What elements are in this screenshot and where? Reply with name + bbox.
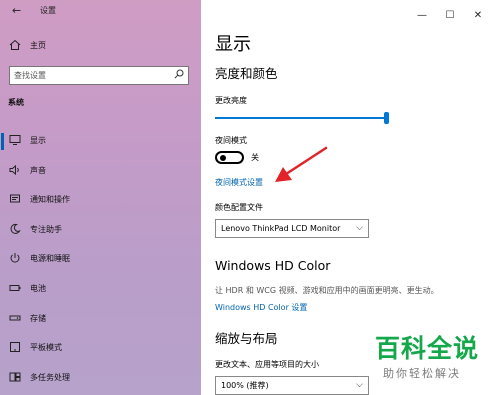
sidebar-item-power-sleep[interactable]: 电源和睡眠 <box>0 248 201 278</box>
hd-color-settings-link[interactable]: Windows HD Color 设置 <box>215 302 307 314</box>
sidebar-nav: 显示 声音 通知和操作 专注助手 电源和睡眠 电池 存储 平板模式 多任务处理 <box>0 130 201 395</box>
slider-track <box>215 117 389 119</box>
brightness-slider[interactable] <box>215 112 389 124</box>
scale-layout-heading: 缩放与布局 <box>215 331 278 346</box>
title-bar: ← 设置 <box>0 4 201 20</box>
sidebar-item-label: 声音 <box>30 165 46 175</box>
back-arrow-icon[interactable]: ← <box>12 4 21 18</box>
sidebar-item-label: 通知和操作 <box>30 195 70 205</box>
sidebar-item-tablet-mode[interactable]: 平板模式 <box>0 337 201 367</box>
hd-color-description: 让 HDR 和 WCG 视频、游戏和应用中的画面更明亮、更生动。 <box>215 286 439 295</box>
sidebar-item-label: 存储 <box>30 313 46 323</box>
notification-icon <box>8 193 22 207</box>
window-controls: — ☐ ✕ <box>408 3 492 21</box>
search-input[interactable] <box>14 69 164 82</box>
watermark: 百科全说 助你轻松解决 <box>367 333 495 391</box>
battery-icon <box>8 282 22 296</box>
color-profile-label: 颜色配置文件 <box>215 203 263 212</box>
scale-value: 100% (推荐) <box>221 381 269 390</box>
home-label: 主页 <box>30 41 46 50</box>
night-light-label: 夜间模式 <box>215 136 247 145</box>
sidebar-item-battery[interactable]: 电池 <box>0 278 201 308</box>
scale-dropdown[interactable]: 100% (推荐) ⌵ <box>215 376 369 395</box>
brightness-section-heading: 亮度和颜色 <box>215 66 278 81</box>
sidebar-item-multitasking[interactable]: 多任务处理 <box>0 367 201 395</box>
watermark-tagline: 助你轻松解决 <box>383 367 461 380</box>
scale-label: 更改文本、应用等项目的大小 <box>215 360 319 369</box>
sidebar: ← 设置 主页 系统 显示 声音 <box>0 0 201 395</box>
color-profile-dropdown[interactable]: Lenovo ThinkPad LCD Monitor ⌵ <box>215 219 369 238</box>
section-heading-system: 系统 <box>8 98 24 107</box>
sidebar-item-notifications[interactable]: 通知和操作 <box>0 189 201 219</box>
watermark-logo: 百科全说 <box>375 334 480 363</box>
minimize-icon[interactable]: — <box>408 9 436 23</box>
sidebar-item-label: 平板模式 <box>30 343 62 353</box>
maximize-icon[interactable]: ☐ <box>436 9 464 23</box>
settings-search-box[interactable] <box>9 66 189 85</box>
sidebar-item-focus-assist[interactable]: 专注助手 <box>0 219 201 249</box>
speaker-icon <box>8 164 22 178</box>
power-icon <box>8 252 22 266</box>
brightness-label: 更改亮度 <box>215 96 247 105</box>
multitask-icon <box>8 371 22 385</box>
tablet-icon <box>8 341 22 355</box>
color-profile-value: Lenovo ThinkPad LCD Monitor <box>221 224 341 233</box>
monitor-icon <box>8 134 22 148</box>
sidebar-item-label: 电源和睡眠 <box>30 254 70 264</box>
night-light-settings-link[interactable]: 夜间模式设置 <box>215 177 263 189</box>
sidebar-item-display[interactable]: 显示 <box>0 130 201 160</box>
night-light-toggle[interactable] <box>215 151 244 164</box>
sidebar-item-sound[interactable]: 声音 <box>0 160 201 190</box>
storage-icon <box>8 312 22 326</box>
chevron-down-icon: ⌵ <box>356 380 363 390</box>
slider-thumb[interactable] <box>384 112 389 124</box>
sidebar-item-label: 专注助手 <box>30 224 62 234</box>
toggle-knob <box>220 155 226 161</box>
sidebar-item-storage[interactable]: 存储 <box>0 308 201 338</box>
chevron-down-icon: ⌵ <box>356 223 363 233</box>
close-icon[interactable]: ✕ <box>464 9 492 23</box>
search-icon[interactable] <box>174 69 184 83</box>
window-title: 设置 <box>40 6 56 15</box>
hd-color-heading: Windows HD Color <box>215 258 331 273</box>
sidebar-item-label: 多任务处理 <box>30 372 70 382</box>
moon-icon <box>8 223 22 237</box>
home-icon <box>8 39 22 56</box>
sidebar-item-label: 显示 <box>30 136 46 145</box>
page-title: 显示 <box>215 34 251 55</box>
sidebar-item-label: 电池 <box>30 283 46 293</box>
night-light-state: 关 <box>251 153 259 162</box>
